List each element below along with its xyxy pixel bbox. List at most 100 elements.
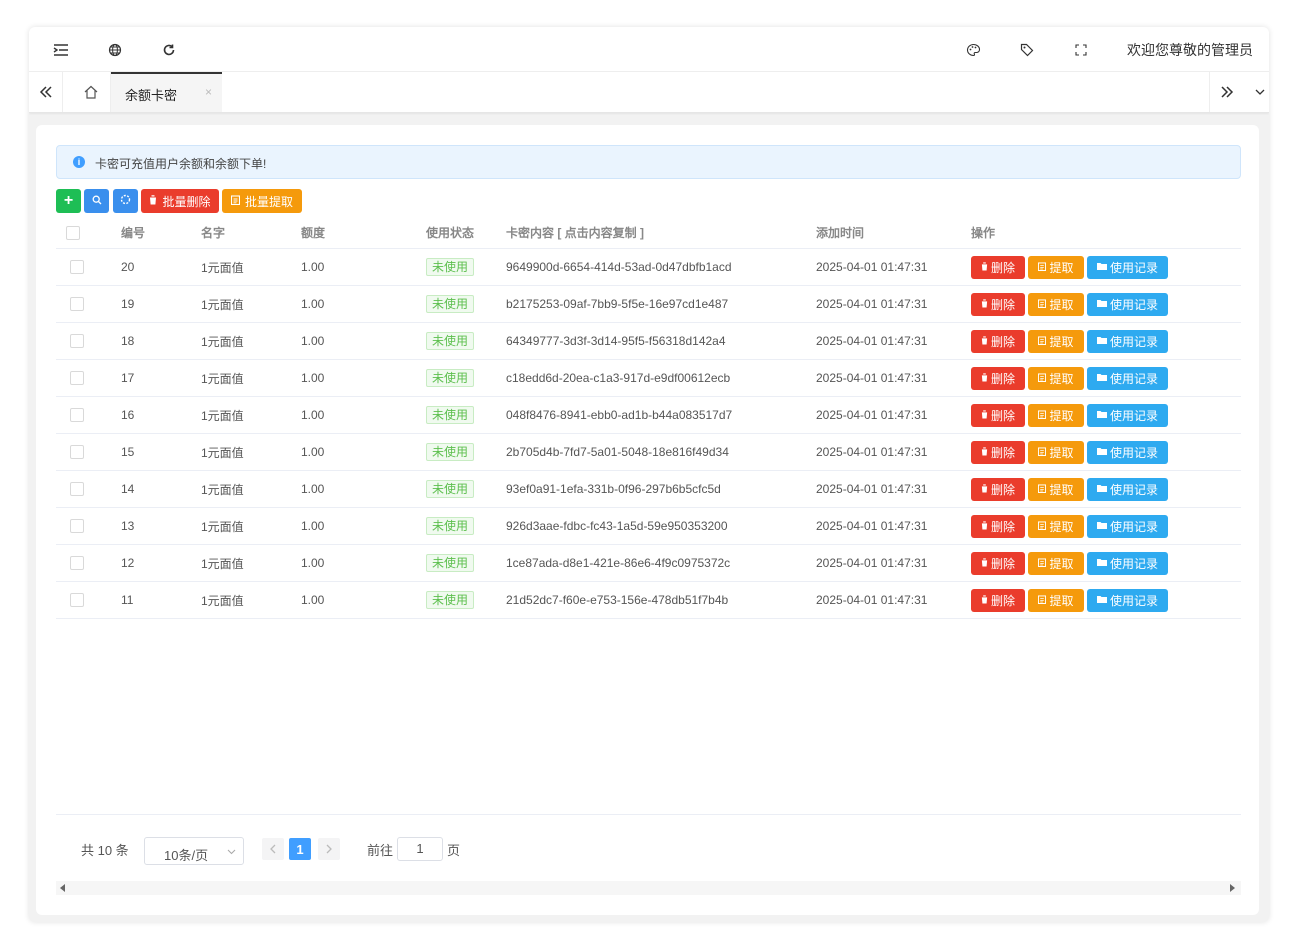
folder-icon	[1096, 595, 1107, 606]
extract-button[interactable]: 提取	[1028, 367, 1084, 390]
extract-button[interactable]: 提取	[1028, 293, 1084, 316]
tab-balance-cards[interactable]: 余额卡密 ×	[111, 72, 222, 112]
cell-amount: 1.00	[301, 334, 325, 348]
delete-button[interactable]: 删除	[971, 330, 1025, 353]
clipboard-icon	[1038, 446, 1047, 459]
cell-card-content[interactable]: b2175253-09af-7bb9-5f5e-16e97cd1e487	[506, 286, 728, 322]
row-checkbox[interactable]	[70, 297, 84, 311]
usage-records-button[interactable]: 使用记录	[1087, 293, 1168, 316]
cell-amount: 1.00	[301, 408, 325, 422]
palette-icon[interactable]	[962, 39, 984, 61]
add-button[interactable]: +	[56, 189, 81, 213]
usage-records-button[interactable]: 使用记录	[1087, 330, 1168, 353]
cell-card-content[interactable]: c18edd6d-20ea-c1a3-917d-e9df00612ecb	[506, 360, 730, 396]
row-checkbox[interactable]	[70, 371, 84, 385]
cell-amount: 1.00	[301, 556, 325, 570]
tag-icon[interactable]	[1016, 39, 1038, 61]
globe-icon[interactable]	[104, 39, 126, 61]
scroll-left-icon[interactable]	[60, 884, 65, 892]
row-checkbox[interactable]	[70, 482, 84, 496]
reload-button[interactable]	[113, 189, 138, 213]
table-row: 18 1元面值 1.00 未使用 64349777-3d3f-3d14-95f5-f56…	[56, 323, 1241, 360]
extract-label: 提取	[1049, 372, 1074, 386]
usage-records-button[interactable]: 使用记录	[1087, 256, 1168, 279]
cell-card-content[interactable]: 64349777-3d3f-3d14-95f5-f56318d142a4	[506, 323, 726, 359]
clipboard-icon	[1038, 557, 1047, 570]
extract-button[interactable]: 提取	[1028, 515, 1084, 538]
cell-amount: 1.00	[301, 371, 325, 385]
clipboard-icon	[1038, 298, 1047, 311]
folder-icon	[1096, 336, 1107, 347]
cell-card-content[interactable]: 2b705d4b-7fd7-5a01-5048-18e816f49d34	[506, 434, 729, 470]
delete-button[interactable]: 删除	[971, 478, 1025, 501]
delete-button[interactable]: 删除	[971, 589, 1025, 612]
extract-button[interactable]: 提取	[1028, 256, 1084, 279]
batch-delete-button[interactable]: 批量删除	[141, 189, 219, 213]
usage-records-button[interactable]: 使用记录	[1087, 589, 1168, 612]
delete-button[interactable]: 删除	[971, 441, 1025, 464]
page-number-current[interactable]: 1	[289, 838, 311, 860]
usage-records-label: 使用记录	[1109, 446, 1158, 460]
status-badge: 未使用	[426, 480, 475, 498]
row-checkbox[interactable]	[70, 556, 84, 570]
row-checkbox[interactable]	[70, 408, 84, 422]
content-card: i 卡密可充值用户余额和余额下单! + 批量删除 批量提取 编号 名字 额度 使…	[36, 125, 1259, 915]
horizontal-scrollbar[interactable]	[56, 881, 1241, 895]
extract-button[interactable]: 提取	[1028, 330, 1084, 353]
delete-button[interactable]: 删除	[971, 404, 1025, 427]
cell-card-content[interactable]: 93ef0a91-1efa-331b-0f96-297b6b5cfc5d	[506, 471, 721, 507]
delete-button[interactable]: 删除	[971, 552, 1025, 575]
collapse-menu-icon[interactable]	[50, 39, 72, 61]
extract-button[interactable]: 提取	[1028, 478, 1084, 501]
row-checkbox[interactable]	[70, 593, 84, 607]
usage-records-button[interactable]: 使用记录	[1087, 404, 1168, 427]
row-checkbox[interactable]	[70, 260, 84, 274]
usage-records-button[interactable]: 使用记录	[1087, 478, 1168, 501]
scroll-right-icon[interactable]	[1230, 884, 1235, 892]
cell-card-content[interactable]: 926d3aae-fdbc-fc43-1a5d-59e950353200	[506, 508, 728, 544]
usage-records-button[interactable]: 使用记录	[1087, 367, 1168, 390]
table-row: 16 1元面值 1.00 未使用 048f8476-8941-ebb0-ad1b-b44…	[56, 397, 1241, 434]
cell-card-content[interactable]: 21d52dc7-f60e-e753-156e-478db51f7b4b	[506, 582, 728, 618]
clipboard-icon	[230, 194, 241, 208]
goto-page-input[interactable]: 1	[397, 837, 443, 861]
fullscreen-icon[interactable]	[1070, 39, 1092, 61]
tabs-dropdown-icon[interactable]	[1251, 72, 1269, 112]
cell-card-content[interactable]: 048f8476-8941-ebb0-ad1b-b44a083517d7	[506, 397, 732, 433]
total-count: 共 10 条	[81, 843, 129, 858]
usage-records-button[interactable]: 使用记录	[1087, 515, 1168, 538]
tab-close-icon[interactable]: ×	[205, 85, 212, 99]
delete-button[interactable]: 删除	[971, 256, 1025, 279]
row-checkbox[interactable]	[70, 334, 84, 348]
search-button[interactable]	[84, 189, 109, 213]
clipboard-icon	[1038, 261, 1047, 274]
home-tab-icon[interactable]	[71, 72, 111, 112]
usage-records-button[interactable]: 使用记录	[1087, 552, 1168, 575]
extract-button[interactable]: 提取	[1028, 589, 1084, 612]
cell-card-content[interactable]: 1ce87ada-d8e1-421e-86e6-4f9c0975372c	[506, 545, 730, 581]
usage-records-label: 使用记录	[1109, 261, 1158, 275]
row-checkbox[interactable]	[70, 519, 84, 533]
select-all-checkbox[interactable]	[66, 225, 80, 240]
delete-label: 删除	[990, 594, 1015, 608]
extract-button[interactable]: 提取	[1028, 552, 1084, 575]
delete-label: 删除	[990, 261, 1015, 275]
tabs-scroll-left-icon[interactable]	[29, 72, 63, 112]
extract-button[interactable]: 提取	[1028, 404, 1084, 427]
clipboard-icon	[1038, 335, 1047, 348]
cell-name: 1元面值	[201, 334, 244, 349]
extract-button[interactable]: 提取	[1028, 441, 1084, 464]
delete-button[interactable]: 删除	[971, 367, 1025, 390]
tabs-scroll-right-icon[interactable]	[1209, 72, 1243, 112]
cell-card-content[interactable]: 9649900d-6654-414d-53ad-0d47dbfb1acd	[506, 249, 732, 285]
app-window: 欢迎您尊敬的管理员 余额卡密 × i 卡密可充值用户余额和余额下单! + 批量删…	[29, 27, 1269, 922]
row-checkbox[interactable]	[70, 445, 84, 459]
delete-button[interactable]: 删除	[971, 515, 1025, 538]
refresh-icon[interactable]	[158, 39, 180, 61]
next-page-button[interactable]	[318, 838, 340, 860]
delete-button[interactable]: 删除	[971, 293, 1025, 316]
usage-records-button[interactable]: 使用记录	[1087, 441, 1168, 464]
batch-extract-button[interactable]: 批量提取	[222, 189, 302, 213]
prev-page-button[interactable]	[262, 838, 284, 860]
page-size-select[interactable]: 10条/页	[144, 837, 244, 865]
